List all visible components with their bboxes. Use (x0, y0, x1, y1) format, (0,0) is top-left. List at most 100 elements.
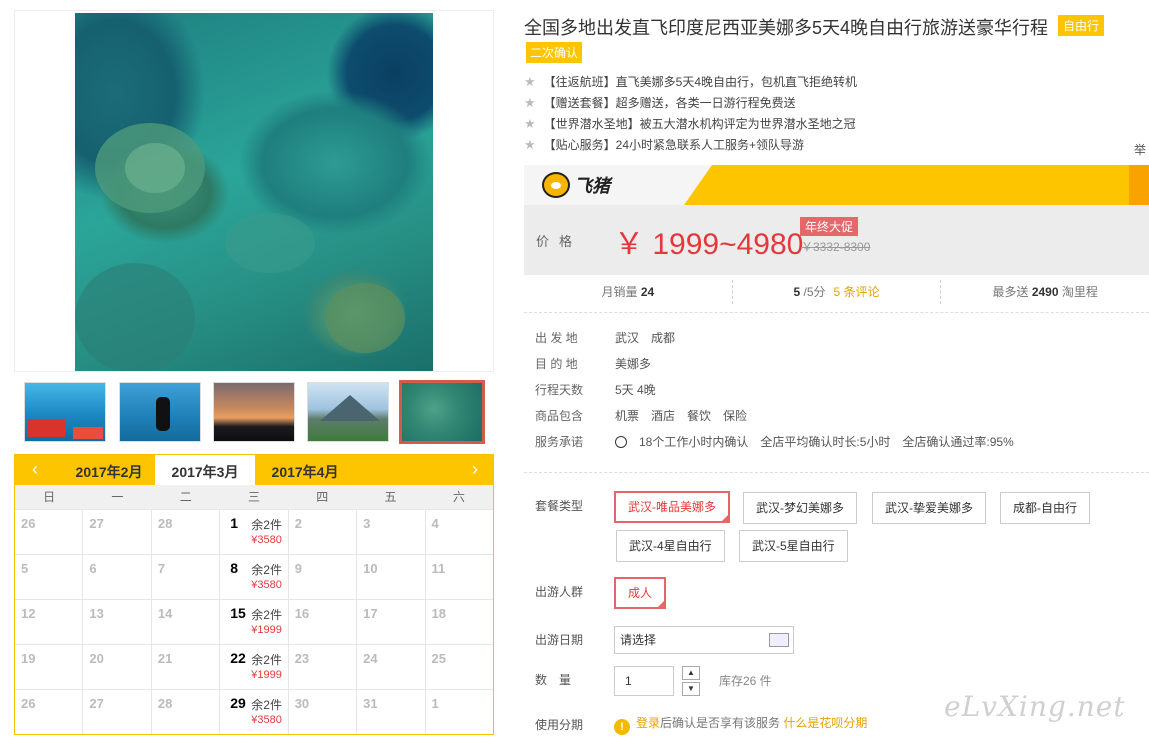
info-value: 成都 (651, 331, 676, 345)
thumbnail-5-active[interactable] (399, 380, 485, 444)
weekday-label: 六 (452, 490, 465, 504)
feature-item: ★ 【贴心服务】24小时紧急联系人工服务+领队导游 (524, 136, 857, 157)
day-number: 23 (294, 651, 310, 666)
calendar-day: 19 (15, 645, 84, 689)
calendar-day: 17 (357, 600, 426, 644)
info-value: 机票 (615, 409, 640, 423)
day-price: ¥3580 (251, 714, 282, 726)
info-value: 酒店 (651, 409, 676, 423)
installment-info: ! 登录后确认是否享有该服务 什么是花呗分期 (614, 714, 867, 735)
quantity-increase-icon[interactable]: ▲ (682, 666, 700, 680)
calendar-day: 2 (289, 510, 358, 554)
calendar-day: 23 (289, 645, 358, 689)
login-link[interactable]: 登录 (636, 716, 660, 730)
day-stock: 余2件 (251, 563, 282, 577)
info-value: 全店平均确认时长:5小时 (760, 435, 891, 449)
calendar-grid: 26 27 28 1 余2件 ¥3580 2 3 4 5 6 7 8 余2件 ¥3580 9 10 11 12 13 1… (15, 509, 493, 734)
info-label: 出 发 地 (535, 331, 578, 345)
day-number: 14 (157, 606, 173, 621)
day-number: 19 (21, 651, 36, 666)
calendar-header: ‹ 2017年2月 2017年3月 2017年4月 › (15, 455, 493, 485)
thumbnail-2[interactable] (119, 382, 201, 442)
day-number: 31 (363, 696, 378, 711)
calendar-week-row: 5 6 7 8 余2件 ¥3580 9 10 11 (15, 554, 493, 599)
thumbnail-3[interactable] (213, 382, 295, 442)
huabei-link[interactable]: 什么是花呗分期 (783, 716, 867, 730)
day-number: 11 (431, 561, 446, 576)
travel-date-input[interactable]: 请选择 (614, 626, 794, 654)
installment-text: 后确认是否享有该服务 (660, 716, 781, 730)
day-stock: 余2件 (251, 698, 282, 712)
calendar-day: 31 (357, 690, 426, 734)
day-number: 26 (21, 696, 36, 711)
info-value: 保险 (723, 409, 748, 423)
info-label: 目 的 地 (535, 357, 578, 371)
day-number: 25 (431, 651, 446, 666)
traveler-type-label: 出游人群 (535, 585, 584, 599)
package-option[interactable]: 武汉-梦幻美娜多 (743, 492, 857, 524)
calendar-day-available[interactable]: 15 余2件 ¥1999 (220, 600, 289, 644)
thumbnail-1[interactable] (24, 382, 106, 442)
prev-month-icon[interactable]: ‹ (25, 459, 45, 480)
calendar-day-available[interactable]: 22 余2件 ¥1999 (220, 645, 289, 689)
feature-text: 【世界潜水圣地】被五大潜水机构评定为世界潜水圣地之冠 (543, 117, 856, 131)
calendar-day: 21 (152, 645, 221, 689)
package-option[interactable]: 武汉-挚爱美娜多 (872, 492, 986, 524)
info-departure: 出 发 地 武汉 成都 (535, 328, 1026, 354)
calendar-day: 6 (83, 555, 152, 599)
calendar-day-available[interactable]: 29 余2件 ¥3580 (220, 690, 289, 734)
calendar-day: 9 (289, 555, 358, 599)
weekday-label: 一 (111, 490, 124, 504)
info-label: 服务承诺 (535, 435, 584, 449)
day-number: 24 (363, 651, 378, 666)
feature-text: 【赠送套餐】超多赠送，各类一日游行程免费送 (543, 96, 796, 110)
info-value: 美娜多 (615, 357, 652, 371)
reviews-link[interactable]: 5 条评论 (834, 285, 880, 299)
calendar-day-available[interactable]: 8 余2件 ¥3580 (220, 555, 289, 599)
weekday-label: 五 (384, 490, 397, 504)
package-option[interactable]: 成都-自由行 (1000, 492, 1090, 524)
date-placeholder: 请选择 (620, 633, 657, 647)
next-month-icon[interactable]: › (465, 459, 485, 480)
report-link-cut[interactable]: 举 (1134, 141, 1146, 158)
day-number: 29 (230, 695, 246, 711)
quantity-decrease-icon[interactable]: ▼ (682, 682, 700, 696)
calendar-day-available[interactable]: 1 余2件 ¥3580 (220, 510, 289, 554)
traveler-option-selected[interactable]: 成人 (614, 577, 667, 609)
package-option[interactable]: 武汉-5星自由行 (739, 530, 848, 562)
star-icon: ★ (524, 74, 536, 89)
day-number: 18 (431, 606, 446, 621)
day-number: 2 (294, 516, 302, 531)
info-value: 武汉 (615, 331, 640, 345)
promo-badge: 年终大促 (800, 217, 859, 236)
feature-item: ★ 【往返航班】直飞美娜多5天4晚自由行，包机直飞拒绝转机 (524, 73, 857, 94)
day-price: ¥3580 (251, 534, 282, 546)
package-option-selected[interactable]: 武汉-唯品美娜多 (614, 491, 730, 523)
calendar-month-tab[interactable]: 2017年4月 (255, 455, 355, 485)
brand-logo: 飞猪 (542, 172, 610, 198)
day-number: 12 (21, 606, 36, 621)
weekday-label: 四 (316, 490, 329, 504)
day-number: 30 (294, 696, 310, 711)
thumbnail-4[interactable] (307, 382, 389, 442)
day-price: ¥3580 (251, 579, 282, 591)
calendar-day: 13 (83, 600, 152, 644)
calendar-month-tab-active[interactable]: 2017年3月 (155, 455, 255, 485)
calendar-icon[interactable] (769, 633, 789, 647)
main-photo-frame (14, 10, 494, 372)
calendar-month-tab[interactable]: 2017年2月 (59, 455, 159, 485)
info-destination: 目 的 地 美娜多 (535, 354, 1026, 380)
feature-text: 【往返航班】直飞美娜多5天4晚自由行，包机直飞拒绝转机 (543, 75, 858, 89)
calendar-day: 18 (426, 600, 493, 644)
feature-list: ★ 【往返航班】直飞美娜多5天4晚自由行，包机直飞拒绝转机 ★ 【赠送套餐】超多赠送… (524, 73, 857, 157)
calendar-day: 27 (83, 690, 152, 734)
quantity-input[interactable]: 1 (614, 666, 674, 696)
stats-bar: 月销量 24 5 /5分 5 条评论 最多送 2490 淘里程 (524, 280, 1149, 304)
installment-label: 使用分期 (535, 718, 584, 732)
calendar-day: 5 (15, 555, 84, 599)
day-number: 21 (157, 651, 173, 666)
star-icon: ★ (524, 95, 536, 110)
package-option[interactable]: 武汉-4星自由行 (616, 530, 725, 562)
weekday-label: 日 (43, 490, 56, 504)
calendar-week-row: 26 27 28 1 余2件 ¥3580 2 3 4 (15, 509, 493, 554)
